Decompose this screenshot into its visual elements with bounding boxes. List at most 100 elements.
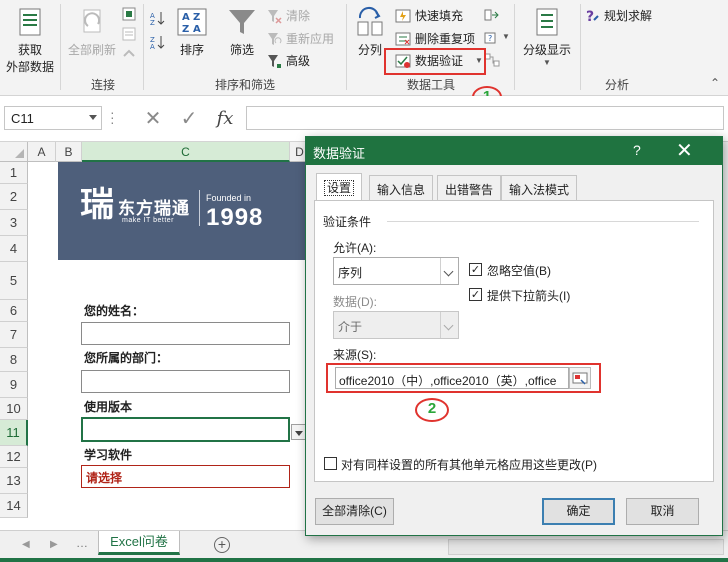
confirm-entry-icon[interactable]: ✓ [176, 106, 202, 132]
outline-dropdown-icon: ▼ [543, 58, 551, 67]
solver-icon: ? [586, 9, 599, 24]
row-header-1[interactable]: 1 [0, 162, 28, 184]
consolidate-icon[interactable] [484, 7, 500, 23]
row-header-8[interactable]: 8 [0, 348, 28, 372]
tab-more-icon[interactable]: … [76, 536, 88, 550]
allow-select-value: 序列 [338, 266, 363, 280]
cancel-entry-icon[interactable]: ✕ [140, 106, 166, 132]
row-header-2[interactable]: 2 [0, 184, 28, 210]
row-header-14[interactable]: 14 [0, 494, 28, 518]
formula-bar-grip-icon[interactable]: · · · [110, 105, 115, 129]
apply-all-checkbox[interactable] [324, 457, 337, 470]
get-external-data-label-1: 获取 [17, 43, 42, 57]
reapply-button[interactable]: 重新应用 [266, 30, 334, 47]
cell-dropdown-icon[interactable] [291, 424, 306, 440]
name-box-dropdown-icon[interactable] [89, 115, 97, 120]
close-icon[interactable]: ✕ [676, 138, 693, 162]
select-all-corner[interactable] [0, 142, 28, 162]
in-cell-dropdown-checkbox[interactable]: ✓ [469, 288, 482, 301]
group-label-connections: 连接 [90, 78, 115, 92]
allow-select[interactable]: 序列 [333, 257, 459, 285]
row-header-13[interactable]: 13 [0, 468, 28, 494]
column-header-c[interactable]: C [82, 142, 290, 162]
banner-divider [199, 190, 200, 226]
status-bar-strip [0, 558, 728, 562]
tab-input-message[interactable]: 输入信息 [369, 175, 434, 200]
filter-label: 筛选 [229, 43, 254, 57]
row-header-11[interactable]: 11 [0, 420, 28, 446]
tab-input-message-label: 输入信息 [377, 183, 426, 197]
version-input-cell[interactable] [81, 417, 290, 442]
range-picker-icon [572, 372, 588, 385]
add-sheet-icon[interactable]: + [214, 537, 230, 553]
ribbon: 获取 外部数据 全部刷新 连接 AZ ZA AZ ZA 排序 筛选 清除 重新应… [0, 0, 728, 108]
clear-filter-button[interactable]: 清除 [266, 7, 310, 24]
insert-function-icon[interactable]: fx [212, 106, 238, 132]
name-input-cell[interactable] [81, 322, 290, 345]
range-select-icon[interactable] [569, 367, 591, 389]
dialog-title-bar[interactable]: 数据验证 ? ✕ [306, 137, 722, 165]
sort-button[interactable]: AZ ZA 排序 [172, 6, 212, 58]
cancel-button[interactable]: 取消 [626, 498, 699, 525]
what-if-dropdown-icon[interactable]: ▼ [502, 32, 510, 41]
filter-button[interactable]: 筛选 [222, 6, 262, 58]
row-header-6[interactable]: 6 [0, 300, 28, 322]
prev-sheet-icon[interactable]: ◀ [22, 539, 30, 550]
edit-links-icon[interactable] [121, 46, 137, 62]
department-input-cell[interactable] [81, 370, 290, 393]
solver-button[interactable]: ? 规划求解 [584, 7, 652, 24]
name-box[interactable]: C11 [4, 106, 102, 130]
data-chevron-down-icon [440, 312, 458, 338]
dialog-title: 数据验证 [313, 146, 366, 161]
sort-za-icon[interactable]: ZA [150, 34, 166, 50]
sort-az-icon[interactable]: AZ [150, 10, 166, 26]
software-label: 学习软件 [84, 448, 133, 462]
horizontal-scrollbar[interactable] [448, 539, 724, 555]
group-separator [143, 4, 144, 90]
row-header-9[interactable]: 9 [0, 372, 28, 398]
flash-fill-button[interactable]: 快速填充 [395, 7, 463, 24]
tab-ime-mode[interactable]: 输入法模式 [501, 175, 578, 200]
outline-button[interactable]: 分级显示 ▼ [518, 6, 576, 67]
next-sheet-icon[interactable]: ▶ [50, 539, 58, 550]
row-header-7[interactable]: 7 [0, 322, 28, 348]
sort-dialog-icon: AZ ZA [177, 8, 207, 36]
get-external-data-button[interactable]: 获取 外部数据 [2, 6, 58, 75]
group-separator [514, 4, 515, 90]
row-header-10[interactable]: 10 [0, 398, 28, 420]
outline-icon [536, 8, 558, 36]
row-header-4[interactable]: 4 [0, 236, 28, 262]
refresh-all-button[interactable]: 全部刷新 [64, 6, 120, 58]
relationships-icon[interactable] [484, 52, 500, 68]
row-header-12[interactable]: 12 [0, 446, 28, 468]
connections-icon[interactable] [121, 6, 137, 22]
collapse-ribbon-icon[interactable]: ⌃ [710, 76, 720, 90]
text-to-columns-button[interactable]: 分列 [352, 6, 388, 58]
help-icon[interactable]: ? [633, 142, 641, 158]
version-label: 使用版本 [84, 400, 133, 414]
ok-button[interactable]: 确定 [542, 498, 615, 525]
data-select[interactable]: 介于 [333, 311, 459, 339]
row-header-5[interactable]: 5 [0, 262, 28, 300]
sort-label: 排序 [179, 43, 204, 57]
column-header-b[interactable]: B [56, 142, 82, 162]
properties-icon[interactable] [121, 26, 137, 42]
clear-all-button[interactable]: 全部清除(C) [315, 498, 394, 525]
allow-chevron-down-icon [440, 258, 458, 284]
flash-fill-icon [395, 9, 411, 22]
ignore-blank-checkbox[interactable]: ✓ [469, 263, 482, 276]
apply-all-label: 对有同样设置的所有其他单元格应用这些更改(P) [341, 458, 597, 472]
sheet-tab-excel-survey[interactable]: Excel问卷 [98, 531, 180, 555]
software-input-cell[interactable]: 请选择 [81, 465, 290, 488]
column-header-a[interactable]: A [28, 142, 56, 162]
row-header-3[interactable]: 3 [0, 210, 28, 236]
what-if-icon[interactable]: ? [484, 30, 500, 46]
tab-settings[interactable]: 设置 [316, 173, 363, 201]
text-to-columns-label: 分列 [357, 43, 382, 57]
text-to-columns-icon [357, 7, 383, 36]
tab-error-alert[interactable]: 出错警告 [437, 175, 502, 200]
source-input[interactable]: office2010（中）,office2010（英）,office [335, 367, 569, 389]
remove-duplicates-button[interactable]: 删除重复项 [395, 30, 475, 47]
advanced-filter-button[interactable]: 高级 [266, 52, 310, 69]
formula-input[interactable] [246, 106, 724, 130]
